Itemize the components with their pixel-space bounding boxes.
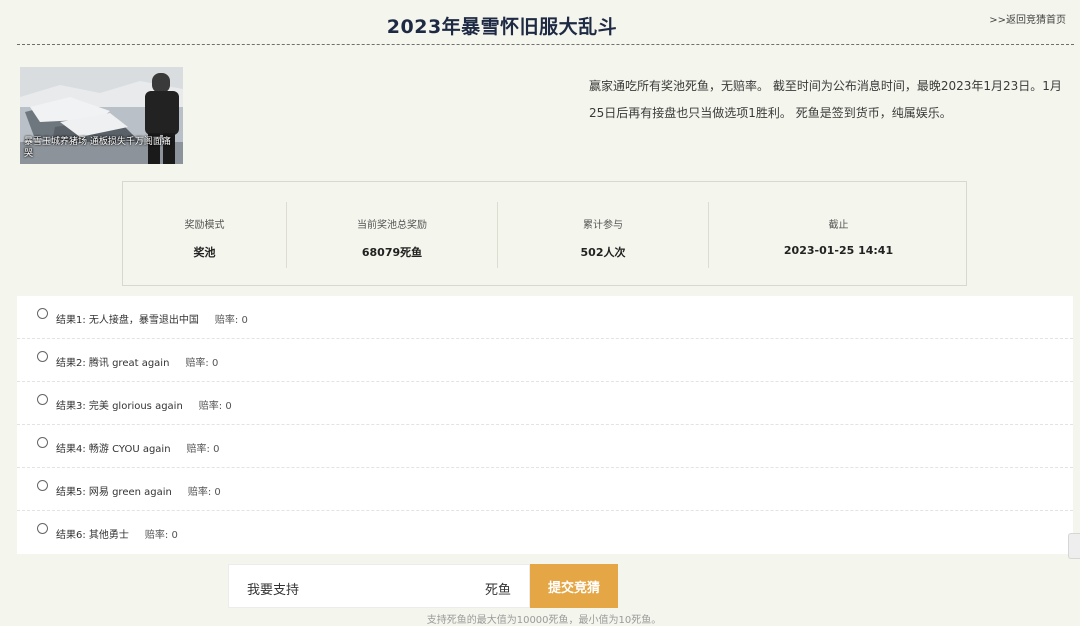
- option-text: 结果6: 其他勇士: [56, 530, 129, 541]
- option-label: 结果1: 无人接盘，暴雪退出中国 赔率: 0: [56, 311, 248, 326]
- stats-panel: 奖励模式 奖池 当前奖池总奖励 68079死鱼 累计参与 502人次 截止 20…: [122, 181, 967, 286]
- stat-label: 累计参与: [583, 220, 623, 231]
- option-text: 结果3: 完美 glorious again: [56, 401, 183, 412]
- stat-total-pool: 当前奖池总奖励 68079死鱼: [287, 202, 497, 268]
- bet-option-3[interactable]: 结果3: 完美 glorious again 赔率: 0: [17, 382, 1073, 425]
- stat-value: 奖池: [193, 246, 216, 259]
- stat-value: 2023-01-25 14:41: [783, 244, 894, 257]
- option-radio[interactable]: [37, 437, 48, 448]
- stat-deadline: 截止 2023-01-25 14:41: [709, 202, 968, 268]
- header-divider: [17, 44, 1074, 45]
- rules-description: 赢家通吃所有奖池死鱼，无赔率。 截至时间为公布消息时间，最晚2023年1月23日…: [589, 79, 1062, 120]
- side-scroll-tab[interactable]: [1068, 533, 1080, 559]
- option-odds: 赔率: 0: [214, 315, 248, 326]
- option-text: 结果4: 畅游 CYOU again: [56, 444, 171, 455]
- option-odds: 赔率: 0: [198, 401, 232, 412]
- option-text: 结果1: 无人接盘，暴雪退出中国: [56, 315, 199, 326]
- bet-option-5[interactable]: 结果5: 网易 green again 赔率: 0: [17, 468, 1073, 511]
- option-text: 结果2: 腾讯 great again: [56, 358, 170, 369]
- option-radio[interactable]: [37, 308, 48, 319]
- bet-option-2[interactable]: 结果2: 腾讯 great again 赔率: 0: [17, 339, 1073, 382]
- bet-option-6[interactable]: 结果6: 其他勇士 赔率: 0: [17, 511, 1073, 554]
- option-label: 结果4: 畅游 CYOU again 赔率: 0: [56, 440, 219, 455]
- bet-unit: 死鱼: [484, 583, 511, 598]
- stat-label: 截止: [828, 220, 849, 231]
- option-label: 结果2: 腾讯 great again 赔率: 0: [56, 354, 218, 369]
- option-odds: 赔率: 0: [187, 487, 221, 498]
- stat-participants: 累计参与 502人次: [498, 202, 708, 268]
- option-odds: 赔率: 0: [186, 444, 220, 455]
- option-odds: 赔率: 0: [144, 530, 178, 541]
- option-radio[interactable]: [37, 523, 48, 534]
- option-label: 结果5: 网易 green again 赔率: 0: [56, 483, 221, 498]
- thumbnail-caption: 暴雪玉城养猪场 通板损失千万阁面痛哭: [24, 137, 171, 159]
- bet-option-1[interactable]: 结果1: 无人接盘，暴雪退出中国 赔率: 0: [17, 296, 1073, 339]
- option-text: 结果5: 网易 green again: [56, 487, 172, 498]
- stat-reward-mode: 奖励模式 奖池: [123, 202, 286, 268]
- option-odds: 赔率: 0: [185, 358, 219, 369]
- option-radio[interactable]: [37, 351, 48, 362]
- stat-value: 68079死鱼: [361, 246, 423, 259]
- page-title: 2023年暴雪怀旧服大乱斗: [386, 16, 618, 38]
- option-label: 结果6: 其他勇士 赔率: 0: [56, 526, 178, 541]
- bet-option-4[interactable]: 结果4: 畅游 CYOU again 赔率: 0: [17, 425, 1073, 468]
- stat-label: 当前奖池总奖励: [357, 220, 427, 231]
- bet-amount-input[interactable]: [319, 573, 483, 601]
- option-label: 结果3: 完美 glorious again 赔率: 0: [56, 397, 232, 412]
- option-radio[interactable]: [37, 394, 48, 405]
- bet-label: 我要支持: [247, 583, 300, 598]
- stat-value: 502人次: [580, 246, 626, 259]
- option-radio[interactable]: [37, 480, 48, 491]
- back-to-home-link[interactable]: >>返回竞猜首页: [989, 11, 1066, 26]
- stat-label: 奖励模式: [184, 220, 225, 231]
- bet-amount-field: 我要支持 死鱼: [228, 564, 530, 608]
- news-thumbnail[interactable]: 暴雪玉城养猪场 通板损失千万阁面痛哭: [20, 67, 183, 164]
- submit-bet-button[interactable]: 提交竞猜: [530, 564, 618, 608]
- bet-options-list: 结果1: 无人接盘，暴雪退出中国 赔率: 0 结果2: 腾讯 great agai…: [17, 296, 1073, 554]
